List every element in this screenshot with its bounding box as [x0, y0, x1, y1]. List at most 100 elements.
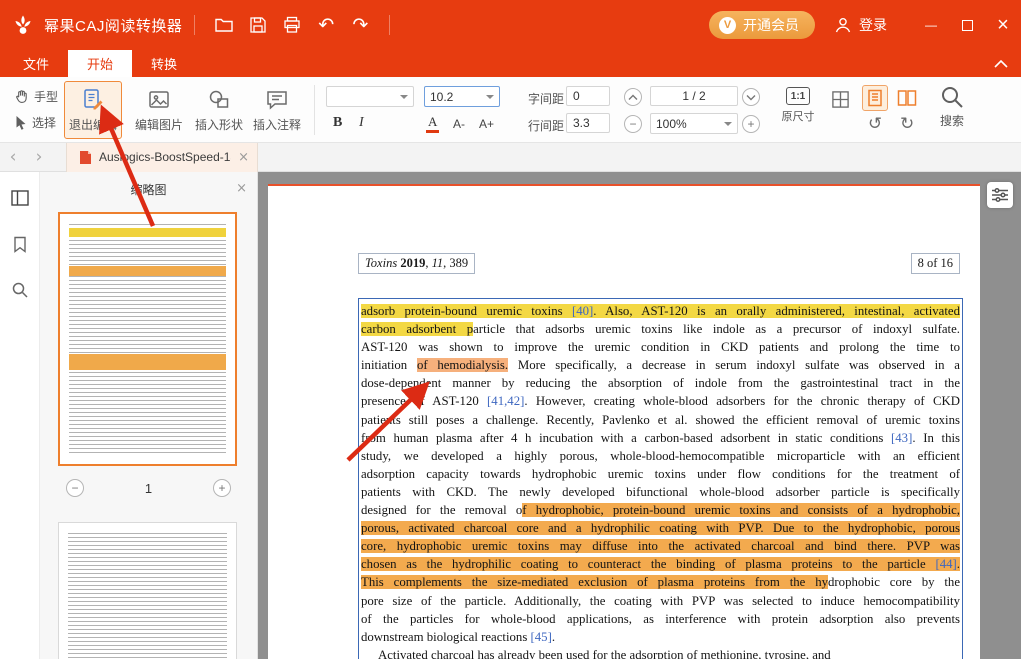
thumbnail-panel-title: 缩略图	[130, 181, 166, 198]
maximize-button[interactable]	[949, 0, 985, 50]
title-bar: 幂果CAJ阅读转换器 ↶ ↷ V 开通会员 登录 — ×	[0, 0, 1021, 50]
page-thumbnail-1[interactable]	[58, 212, 237, 466]
split-view-button[interactable]	[828, 87, 852, 111]
thumbnail-zoom-in-button[interactable]: +	[213, 479, 231, 497]
insert-shape-button[interactable]: 插入形状	[190, 81, 248, 139]
search-panel-button[interactable]	[8, 278, 32, 302]
search-label: 搜索	[940, 112, 964, 129]
thumbnail-pager: − 1 +	[40, 478, 257, 498]
folder-open-icon	[214, 16, 234, 34]
close-button[interactable]: ×	[985, 0, 1021, 50]
panel-icon	[11, 190, 29, 206]
increase-font-button[interactable]: A+	[476, 116, 497, 132]
shapes-icon	[207, 88, 231, 112]
save-icon	[249, 16, 267, 34]
document-viewer[interactable]: Toxins 2019, 11, 389 8 of 16 adsorb prot…	[258, 172, 1021, 659]
next-page-button[interactable]	[742, 88, 760, 106]
tab-close-icon[interactable]: ×	[238, 150, 249, 165]
zoom-in-button[interactable]: +	[742, 115, 760, 133]
font-family-select[interactable]	[326, 86, 414, 107]
italic-button[interactable]: I	[354, 114, 369, 132]
hand-tool-label: 手型	[34, 88, 58, 105]
hand-tool-button[interactable]: 手型	[14, 88, 58, 105]
text-line: pore size of the particle. Additionally,…	[361, 592, 960, 610]
char-spacing-input[interactable]: 0	[566, 86, 610, 106]
content-area: 缩略图 × − 1 + Toxins 2019, 11, 389	[0, 172, 1021, 659]
thumbnail-highlight-orange	[69, 354, 226, 370]
edit-image-label: 编辑图片	[135, 116, 183, 133]
tab-start[interactable]: 开始	[68, 50, 132, 77]
login-button[interactable]: 登录	[833, 15, 887, 35]
login-label: 登录	[859, 15, 887, 35]
edit-image-button[interactable]: 编辑图片	[130, 81, 188, 139]
zoom-out-button[interactable]: −	[624, 115, 642, 133]
document-tab-title: Auslogics-BoostSpeed-13	[99, 150, 231, 164]
printer-icon	[283, 16, 301, 34]
print-button[interactable]	[275, 8, 309, 42]
line-spacing-input[interactable]: 3.3	[566, 113, 610, 133]
font-color-button[interactable]: A	[426, 114, 439, 133]
text-line: AST-120 was shown to improve the uremic …	[361, 338, 960, 356]
titlebar-separator	[389, 15, 390, 35]
menu-tab-row: 文件 开始 转换	[0, 50, 1021, 77]
nav-back-button[interactable]: ‹	[0, 143, 26, 172]
two-page-icon	[897, 89, 917, 107]
page-indicator-input[interactable]: 1 / 2	[650, 86, 738, 106]
page-header-right[interactable]: 8 of 16	[911, 253, 960, 274]
original-size-button[interactable]: 1:1 原尺寸	[776, 87, 820, 124]
page-header-left[interactable]: Toxins 2019, 11, 389	[358, 253, 475, 274]
text-line: patients with CKD. The newly developed b…	[361, 483, 960, 501]
text-line: core, hydrophobic uremic toxins may diff…	[361, 537, 960, 555]
select-tool-button[interactable]: 选择	[14, 114, 56, 131]
insert-shape-label: 插入形状	[195, 116, 243, 133]
open-file-button[interactable]	[207, 8, 241, 42]
text-line: of the particles for whole-blood applica…	[361, 610, 960, 628]
single-page-icon	[866, 89, 884, 107]
ribbon: 手型 选择 退出编辑 编辑图片 插入形状 插入注释	[0, 77, 1021, 143]
rotate-right-button[interactable]: ↻	[900, 116, 914, 133]
redo-button[interactable]: ↷	[343, 8, 377, 42]
decrease-font-button[interactable]: A-	[450, 116, 468, 132]
bold-button[interactable]: B	[328, 114, 347, 132]
text-line: study, we developed a highly porous, who…	[361, 447, 960, 465]
tab-file[interactable]: 文件	[4, 50, 68, 77]
search-button[interactable]: 搜索	[930, 84, 974, 129]
insert-note-button[interactable]: 插入注释	[248, 81, 306, 139]
select-tool-label: 选择	[32, 114, 56, 131]
panel-close-icon[interactable]: ×	[236, 181, 247, 196]
collapse-ribbon-button[interactable]	[991, 55, 1011, 73]
one-to-one-icon: 1:1	[786, 87, 810, 105]
app-logo-icon	[10, 12, 36, 38]
two-page-view-button[interactable]	[894, 85, 920, 111]
save-button[interactable]	[241, 8, 275, 42]
tab-convert[interactable]: 转换	[132, 50, 196, 77]
rotate-left-button[interactable]: ↺	[868, 116, 882, 133]
exit-edit-button[interactable]: 退出编辑	[64, 81, 122, 139]
previous-page-button[interactable]	[624, 88, 642, 106]
nav-forward-button[interactable]: ›	[26, 143, 52, 172]
undo-button[interactable]: ↶	[309, 8, 343, 42]
minimize-button[interactable]: —	[913, 0, 949, 50]
thumbnail-highlight-yellow	[69, 228, 226, 237]
page-thumbnail-2[interactable]	[58, 522, 237, 659]
document-tab[interactable]: Auslogics-BoostSpeed-13 ×	[66, 143, 258, 172]
page-selection-edge	[268, 184, 980, 186]
zoom-select[interactable]: 100%	[650, 113, 738, 134]
zoom-value: 100%	[656, 117, 724, 131]
user-icon	[833, 15, 853, 35]
document-text[interactable]: adsorb protein-bound uremic toxins [40].…	[358, 298, 963, 659]
thumbnails-panel-button[interactable]	[8, 186, 32, 210]
text-line: patients still poses a challenge. Recent…	[361, 411, 960, 429]
vip-membership-button[interactable]: V 开通会员	[709, 11, 815, 39]
document-tab-bar: ‹ › Auslogics-BoostSpeed-13 ×	[0, 143, 1021, 172]
chevron-down-icon	[746, 94, 756, 101]
single-page-view-button[interactable]	[862, 85, 888, 111]
titlebar-separator	[194, 15, 195, 35]
bookmarks-panel-button[interactable]	[8, 232, 32, 256]
minus-icon: −	[629, 118, 636, 130]
original-size-label: 原尺寸	[782, 108, 815, 124]
view-settings-button[interactable]	[987, 182, 1013, 208]
font-size-select[interactable]: 10.2	[424, 86, 500, 107]
text-line: adsorption capacity towards hydrophobic …	[361, 465, 960, 483]
text-line: carbon adsorbent particle that adsorbs u…	[361, 320, 960, 338]
